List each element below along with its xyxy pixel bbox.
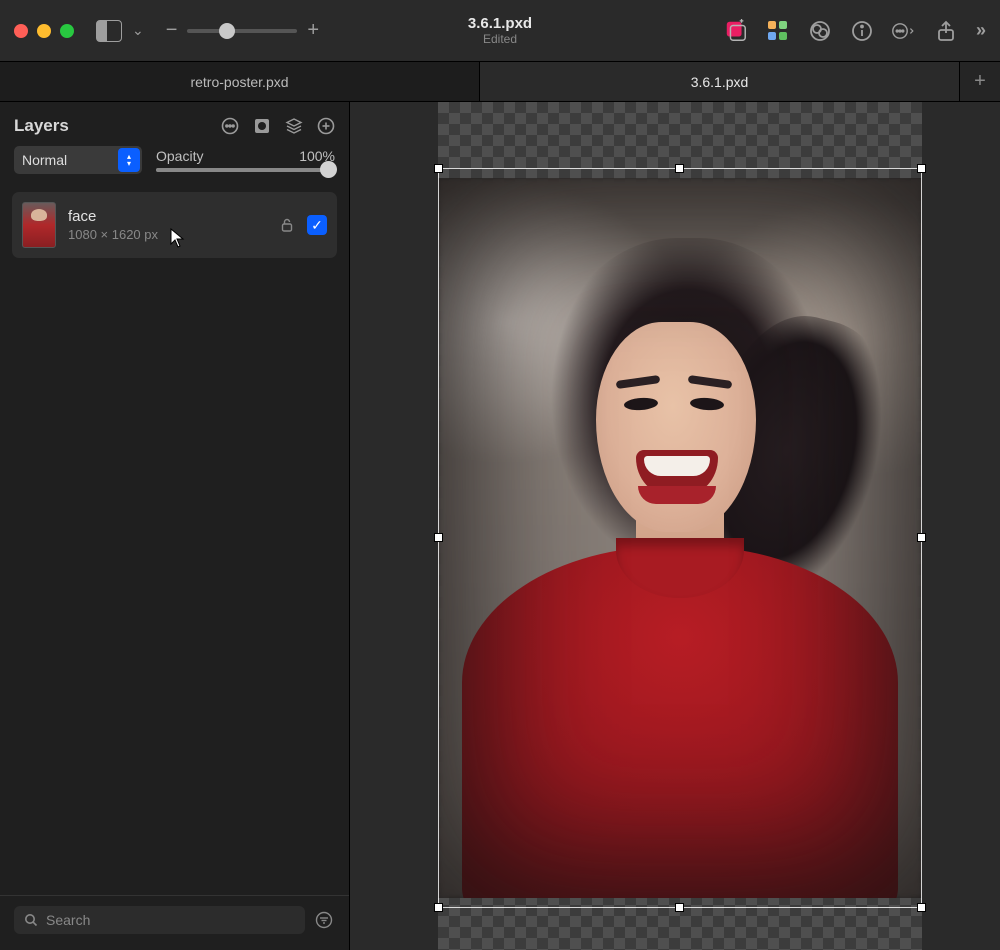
layers-panel-header: Layers	[0, 102, 349, 146]
tab-label: retro-poster.pxd	[190, 74, 288, 90]
overflow-chevron-icon[interactable]: »	[976, 20, 986, 41]
add-layer-icon[interactable]	[317, 117, 335, 135]
search-placeholder: Search	[46, 912, 90, 928]
layer-options-icon[interactable]	[221, 117, 239, 135]
document-title: 3.6.1.pxd Edited	[468, 15, 532, 46]
arrange-grid-icon[interactable]	[766, 19, 790, 43]
layer-dimensions: 1080 × 1620 px	[68, 227, 158, 242]
tab-361[interactable]: 3.6.1.pxd	[480, 62, 960, 101]
layer-image[interactable]	[438, 178, 922, 898]
opacity-label: Opacity	[156, 148, 203, 164]
titlebar: ⌄ − + 3.6.1.pxd Edited »	[0, 0, 1000, 62]
share-icon[interactable]	[934, 19, 958, 43]
filename-label: 3.6.1.pxd	[468, 15, 532, 32]
search-icon	[24, 913, 38, 927]
search-input[interactable]: Search	[14, 906, 305, 934]
tab-label: 3.6.1.pxd	[691, 74, 749, 90]
canvas[interactable]	[438, 102, 922, 950]
chevron-down-icon[interactable]: ⌄	[132, 22, 144, 39]
more-menu-icon[interactable]	[892, 19, 916, 43]
layer-thumbnail	[22, 202, 56, 248]
info-icon[interactable]	[850, 19, 874, 43]
layers-title: Layers	[14, 116, 69, 136]
zoom-slider-knob[interactable]	[219, 23, 235, 39]
visibility-checkbox[interactable]: ✓	[307, 215, 327, 235]
new-tab-button[interactable]: +	[960, 62, 1000, 101]
document-tabs: retro-poster.pxd 3.6.1.pxd +	[0, 62, 1000, 102]
blend-mode-select[interactable]: Normal ▴▾	[14, 146, 142, 174]
close-window-button[interactable]	[14, 24, 28, 38]
zoom-in-button[interactable]: +	[307, 19, 319, 42]
opacity-slider-knob[interactable]	[320, 161, 337, 178]
zoom-controls: − +	[166, 19, 319, 42]
layers-sidebar: Layers Normal ▴▾	[0, 102, 350, 950]
workspace: Layers Normal ▴▾	[0, 102, 1000, 950]
zoom-slider[interactable]	[187, 29, 297, 33]
toolbar-right: »	[724, 19, 986, 43]
mask-icon[interactable]	[253, 117, 271, 135]
sidebar-toggle-icon[interactable]	[96, 20, 122, 42]
layer-row[interactable]: face 1080 × 1620 px ✓	[12, 192, 337, 258]
layers-header-actions	[221, 117, 335, 135]
select-stepper-icon: ▴▾	[118, 148, 140, 172]
blend-opacity-row: Normal ▴▾ Opacity 100%	[0, 146, 349, 186]
effects-icon[interactable]	[808, 19, 832, 43]
layers-search-row: Search	[0, 895, 349, 950]
edited-label: Edited	[468, 32, 532, 46]
zoom-out-button[interactable]: −	[166, 19, 178, 42]
lock-icon[interactable]	[279, 217, 295, 233]
color-swatch-icon[interactable]	[724, 19, 748, 43]
canvas-area[interactable]	[350, 102, 1000, 950]
window-controls	[14, 24, 74, 38]
layer-actions: ✓	[279, 215, 327, 235]
blend-mode-value: Normal	[22, 152, 67, 168]
layers-stack-icon[interactable]	[285, 117, 303, 135]
opacity-slider[interactable]	[156, 168, 335, 172]
minimize-window-button[interactable]	[37, 24, 51, 38]
fullscreen-window-button[interactable]	[60, 24, 74, 38]
layer-name: face	[68, 208, 158, 225]
tab-retro-poster[interactable]: retro-poster.pxd	[0, 62, 480, 101]
filter-icon[interactable]	[313, 909, 335, 931]
opacity-control: Opacity 100%	[156, 148, 335, 172]
layer-info: face 1080 × 1620 px	[68, 208, 158, 242]
